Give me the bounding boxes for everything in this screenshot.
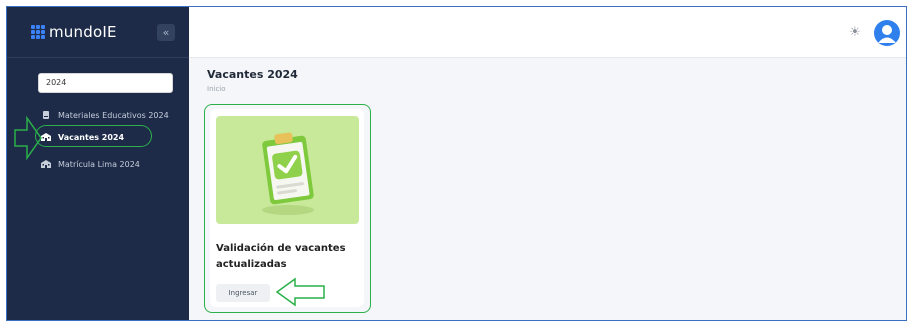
user-avatar-icon[interactable] xyxy=(874,20,900,46)
double-chevron-left-icon: « xyxy=(162,26,170,39)
sidebar-item-label: Matrícula Lima 2024 xyxy=(58,159,140,169)
breadcrumb: Inicio xyxy=(207,85,226,93)
brand-logo-icon xyxy=(31,25,45,39)
pointer-arrow-right-icon xyxy=(14,115,42,161)
sidebar-item-matricula[interactable]: Matrícula Lima 2024 xyxy=(41,155,140,173)
sun-icon[interactable]: ☀ xyxy=(848,26,862,40)
collapse-sidebar-button[interactable]: « xyxy=(157,24,175,41)
sidebar-item-label: Materiales Educativos 2024 xyxy=(58,110,169,120)
app-window: mundoIE « 2024 Materiales Educativos 202… xyxy=(6,6,907,321)
sidebar-item-materiales[interactable]: Materiales Educativos 2024 xyxy=(41,106,169,124)
brand-name: mundoIE xyxy=(49,23,117,41)
pointer-arrow-left-icon xyxy=(275,277,325,307)
sidebar: mundoIE « 2024 Materiales Educativos 202… xyxy=(7,7,189,320)
active-item-highlight-ellipse xyxy=(35,125,152,147)
topbar: ☀ xyxy=(189,7,906,58)
brand-header: mundoIE « xyxy=(7,7,189,58)
page-title: Vacantes 2024 xyxy=(207,68,298,81)
sidebar-search-input[interactable]: 2024 xyxy=(38,73,173,93)
